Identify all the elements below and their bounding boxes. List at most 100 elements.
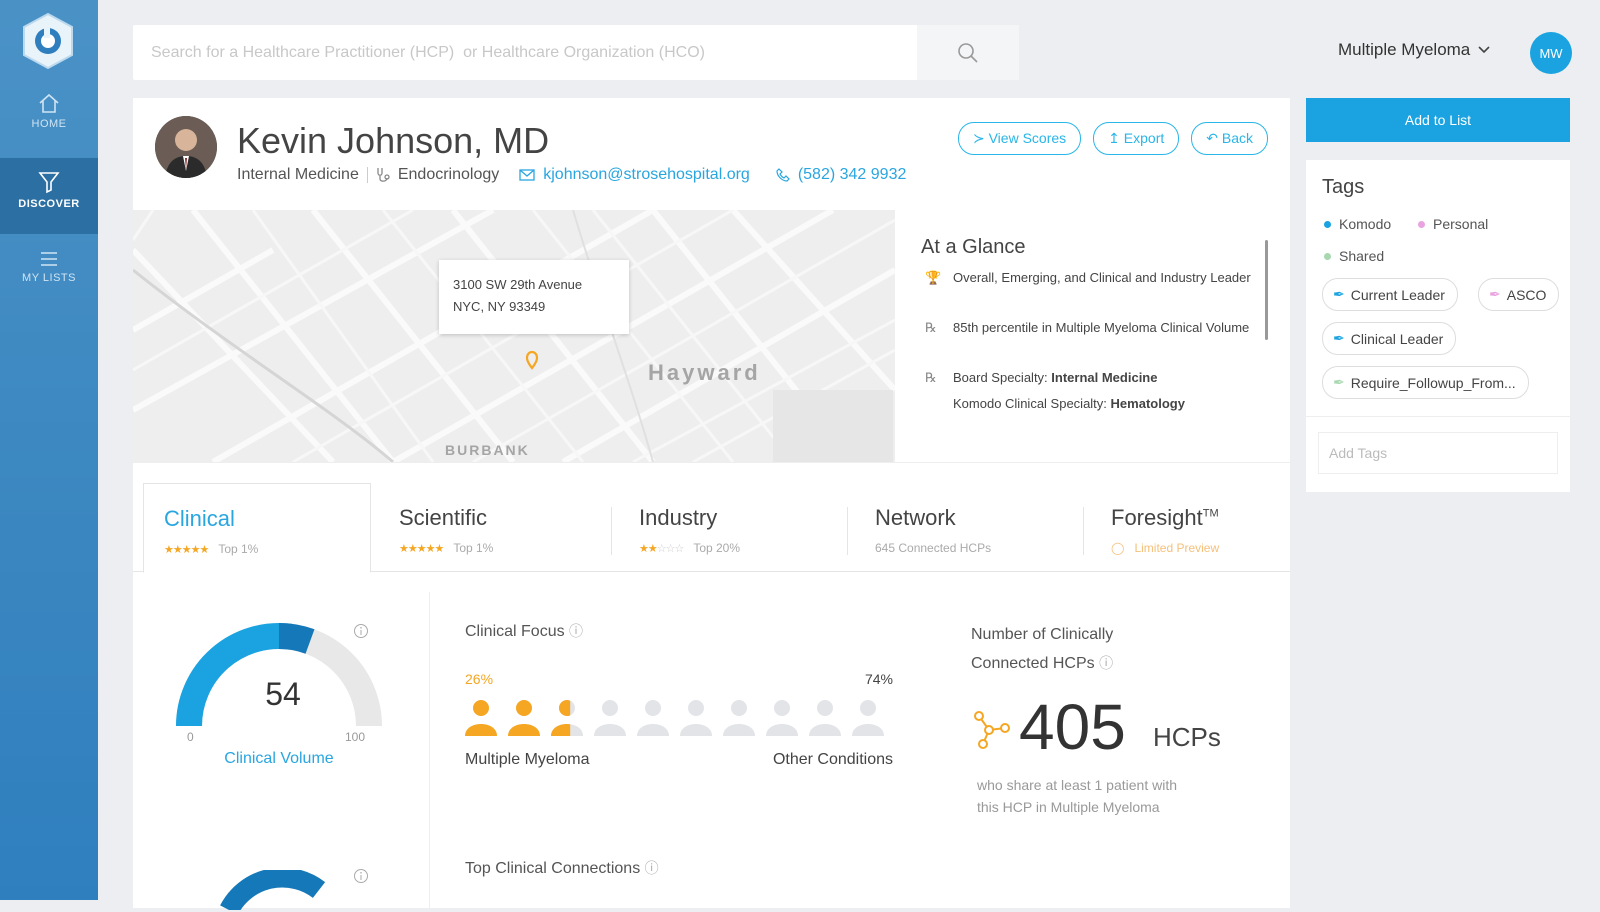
divider (847, 507, 848, 555)
glance-row-text: Overall, Emerging, and Clinical and Indu… (953, 270, 1251, 285)
glance-row-label: Komodo Clinical Specialty: (953, 396, 1111, 411)
connected-title-line1: Number of Clinically (971, 626, 1114, 643)
person-icon (852, 700, 884, 736)
tab-scientific[interactable]: Scientific ★★★★★ Top 1% (379, 483, 599, 573)
rating-stars: ★★☆☆☆ (639, 542, 684, 555)
lock-icon: ◯ (1111, 541, 1125, 555)
person-icon (766, 700, 798, 736)
hcp-meta: Internal Medicine Endocrinology kjohnson… (237, 166, 906, 184)
trademark-sup: TM (1202, 507, 1219, 520)
hcp-phone-link[interactable]: (582) 342 9932 (798, 166, 907, 184)
gauge-value: 54 (265, 676, 301, 712)
tag-color-icon: ✒ (1333, 286, 1345, 302)
search-button[interactable] (917, 25, 1019, 80)
gauge-max: 100 (345, 730, 366, 744)
nav-home[interactable]: HOME (0, 92, 98, 168)
chevron-down-icon (1478, 46, 1490, 54)
focus-left-label: Multiple Myeloma (465, 751, 590, 768)
divider (1083, 507, 1084, 555)
person-icon (594, 700, 626, 736)
hcp-profile-panel: Kevin Johnson, MD Internal Medicine Endo… (133, 98, 1290, 912)
phone-icon (776, 168, 790, 182)
app-logo[interactable] (22, 12, 74, 70)
connected-title-line2: Connected HCPs (971, 655, 1095, 672)
tags-title: Tags (1322, 176, 1365, 198)
tab-sub: 645 Connected HCPs (875, 541, 992, 555)
legend-dot (1324, 252, 1331, 260)
export-button[interactable]: ↥ Export (1093, 122, 1180, 155)
tab-clinical[interactable]: Clinical ★★★★★ Top 1% (143, 483, 371, 573)
person-icon (465, 700, 497, 736)
info-icon[interactable]: ⓘ (1099, 655, 1113, 671)
add-tags-input[interactable]: Add Tags (1318, 432, 1558, 474)
tab-label: Scientific (399, 505, 488, 530)
tag-clinical-leader[interactable]: ✒ Clinical Leader (1322, 322, 1457, 355)
back-button-label: Back (1221, 130, 1253, 146)
tag-label: ASCO (1506, 286, 1547, 303)
disease-selector[interactable]: Multiple Myeloma (1338, 40, 1490, 60)
scrollbar[interactable] (1265, 240, 1268, 340)
rating-stars: ★★★★★ (399, 542, 444, 555)
profile-actions: ≻ View Scores ↥ Export ↶ Back (957, 122, 1268, 155)
tag-label: Clinical Leader (1350, 330, 1444, 347)
glance-row: 🏆 Overall, Emerging, and Clinical and In… (925, 268, 1255, 288)
nav-discover-label: DISCOVER (18, 198, 80, 210)
tab-industry[interactable]: Industry ★★☆☆☆ Top 20% (619, 483, 839, 573)
tag-asco[interactable]: ✒ ASCO (1478, 278, 1560, 311)
user-avatar[interactable]: MW (1530, 32, 1572, 74)
info-icon[interactable]: ⓘ (645, 860, 659, 876)
at-a-glance-title: At a Glance (921, 236, 1026, 258)
connected-desc-line1: who share at least 1 patient with (977, 777, 1178, 793)
gauge-min: 0 (187, 730, 194, 744)
score-tabs: Clinical ★★★★★ Top 1% Scientific ★★★★★ Top… (133, 462, 1290, 573)
info-icon[interactable]: ⓘ (569, 623, 583, 639)
legend-komodo: Komodo (1324, 216, 1391, 232)
tag-color-icon: ✒ (1333, 374, 1345, 390)
search-input[interactable] (133, 25, 917, 80)
tab-foresight[interactable]: ForesightTM ◯ Limited Preview (1091, 483, 1281, 573)
trophy-icon: 🏆 (925, 270, 942, 285)
person-icon (637, 700, 669, 736)
rating-stars: ★★★★★ (164, 543, 209, 556)
person-icon (723, 700, 755, 736)
view-scores-button[interactable]: ≻ View Scores (957, 122, 1082, 155)
tab-network[interactable]: Network 645 Connected HCPs (855, 483, 1075, 573)
legend-dot (1418, 220, 1425, 228)
clinical-focus-title-text: Clinical Focus (465, 623, 565, 640)
tag-current-leader[interactable]: ✒ Current Leader (1322, 278, 1458, 311)
export-button-label: Export (1123, 130, 1165, 146)
hcp-specialty: Internal Medicine (237, 166, 359, 183)
nav-home-label: HOME (31, 118, 67, 130)
hcp-name: Kevin Johnson, MD (237, 120, 550, 161)
person-icon (551, 700, 583, 736)
add-to-list-button[interactable]: Add to List (1306, 98, 1570, 142)
tab-sub: Top 1% (453, 541, 494, 555)
tab-sub: Top 1% (218, 542, 259, 556)
tag-require-followup[interactable]: ✒ Require_Followup_From... (1322, 366, 1529, 399)
divider (611, 507, 612, 555)
person-icon (809, 700, 841, 736)
glance-row: ℞ Board Specialty: Internal Medicine (925, 368, 1255, 388)
clinical-focus-people-chart (465, 700, 884, 736)
location-map[interactable]: Hayward BURBANK 3100 SW 29th Avenue NYC,… (133, 210, 895, 462)
search-icon (958, 42, 978, 63)
tag-label: Require_Followup_From... (1350, 374, 1516, 391)
tag-label: Current Leader (1350, 286, 1445, 303)
tag-color-icon: ✒ (1333, 330, 1345, 346)
hcp-email-link[interactable]: kjohnson@strosehospital.org (543, 166, 750, 184)
connected-count: 405 (1019, 691, 1126, 763)
stethoscope-icon (377, 168, 390, 182)
view-scores-icon: ≻ (972, 130, 989, 146)
map-streets (133, 210, 895, 462)
right-sidebar: Add to List Tags Komodo Personal Shared … (1306, 98, 1570, 492)
nav-discover[interactable]: DISCOVER (0, 158, 98, 234)
search-bar (133, 25, 1019, 80)
focus-right-label: Other Conditions (772, 751, 893, 768)
address-line1: 3100 SW 29th Avenue (453, 277, 583, 292)
nav-my-lists[interactable]: MY LISTS (0, 250, 98, 326)
legend-shared: Shared (1324, 248, 1384, 264)
back-button[interactable]: ↶ Back (1191, 122, 1268, 155)
top-connections-title-text: Top Clinical Connections (465, 860, 641, 877)
divider (366, 167, 368, 183)
